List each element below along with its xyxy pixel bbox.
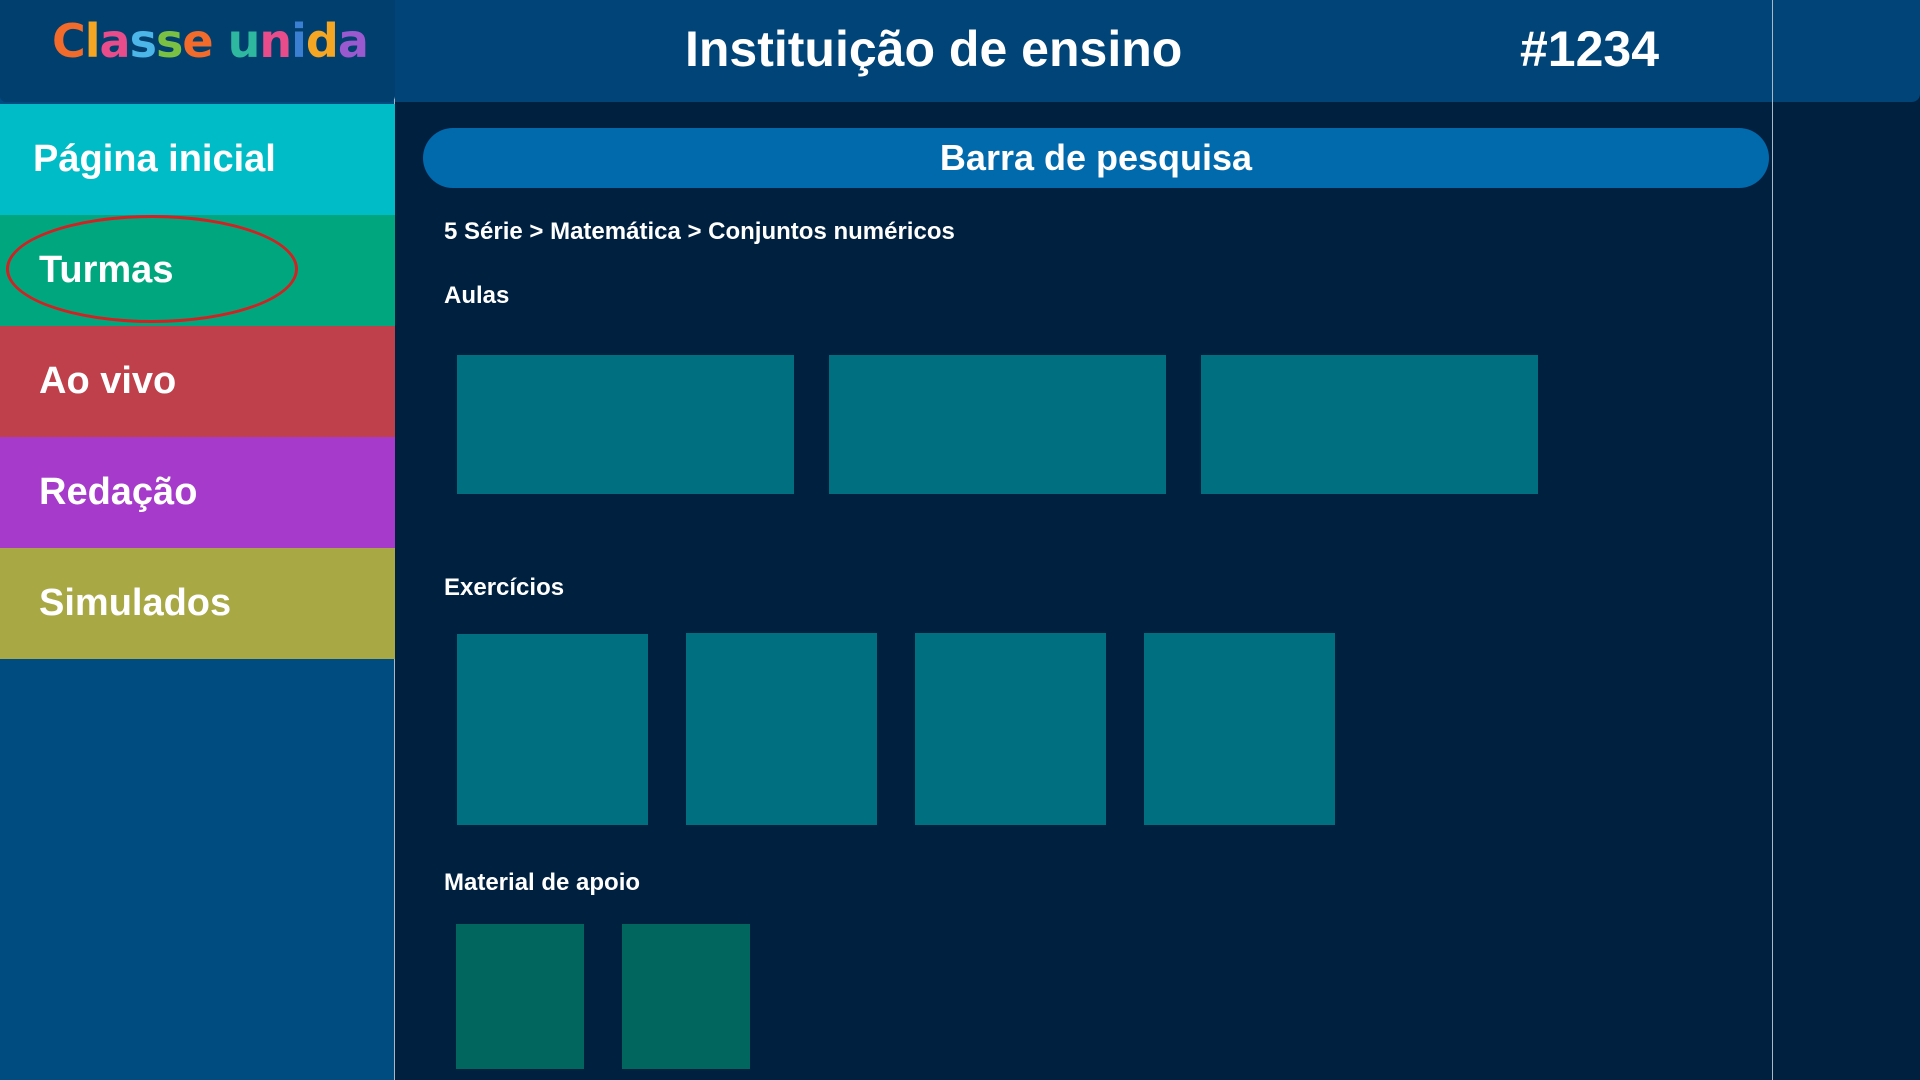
- sidebar-item-label: Ao vivo: [39, 360, 177, 402]
- sidebar-item-simulados[interactable]: Simulados: [0, 548, 395, 659]
- sidebar-item-ao-vivo[interactable]: Ao vivo: [0, 326, 395, 437]
- logo-letter: e: [182, 14, 213, 68]
- logo-area: Classe unida: [0, 0, 395, 102]
- material-card[interactable]: [456, 924, 584, 1069]
- breadcrumb[interactable]: 5 Série > Matemática > Conjuntos numéric…: [444, 218, 955, 246]
- top-header: Instituição de ensino #1234: [395, 0, 1920, 102]
- logo[interactable]: Classe unida: [52, 14, 369, 68]
- page-title: Instituição de ensino: [685, 21, 1183, 77]
- logo-letter: l: [84, 14, 101, 68]
- sidebar-item-label: Redação: [39, 471, 198, 513]
- search-bar-label: Barra de pesquisa: [939, 137, 1253, 178]
- logo-letter: d: [305, 14, 339, 68]
- exercicio-card[interactable]: [686, 633, 877, 825]
- exercicio-card[interactable]: [457, 634, 648, 825]
- logo-letter: a: [337, 14, 369, 68]
- aula-card[interactable]: [829, 355, 1166, 494]
- logo-letter: C: [52, 14, 86, 68]
- sidebar-item-label: Página inicial: [33, 138, 276, 180]
- logo-letter: n: [259, 14, 292, 68]
- logo-letter: s: [129, 14, 157, 68]
- section-title-aulas: Aulas: [444, 282, 510, 309]
- search-bar[interactable]: Barra de pesquisa: [423, 128, 1769, 188]
- section-title-exercicios: Exercícios: [444, 574, 565, 601]
- aula-card[interactable]: [1201, 355, 1538, 494]
- section-title-material-de-apoio: Material de apoio: [444, 869, 641, 896]
- sidebar-item-label: Simulados: [39, 582, 232, 624]
- exercicio-card[interactable]: [1144, 633, 1335, 825]
- logo-letter: i: [291, 14, 307, 68]
- logo-letter: [213, 14, 228, 68]
- exercicio-card[interactable]: [915, 633, 1106, 825]
- logo-letter: a: [99, 14, 131, 68]
- institution-code: #1234: [1520, 21, 1660, 77]
- sidebar-item-turmas[interactable]: Turmas: [0, 215, 395, 326]
- right-panel-divider: [1772, 0, 1773, 1080]
- logo-letter: s: [155, 14, 183, 68]
- sidebar-item-pagina-inicial[interactable]: Página inicial: [0, 104, 395, 215]
- sidebar: Classe unida Página inicial Turmas Ao vi…: [0, 0, 395, 1080]
- aula-card[interactable]: [457, 355, 794, 494]
- sidebar-item-redacao[interactable]: Redação: [0, 437, 395, 548]
- material-card[interactable]: [622, 924, 750, 1069]
- logo-letter: u: [227, 14, 261, 68]
- sidebar-item-label: Turmas: [39, 249, 174, 291]
